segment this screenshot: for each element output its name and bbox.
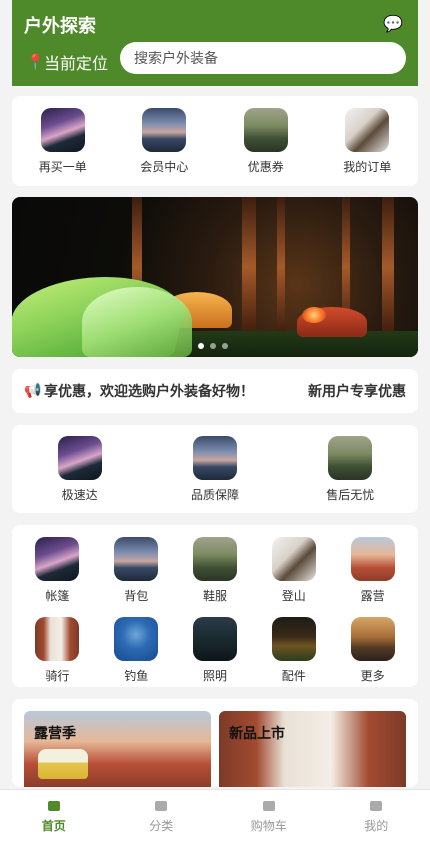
tab-home[interactable]: 首页 (4, 800, 104, 834)
category-lighting[interactable]: 照明 (176, 617, 255, 687)
category-apparel[interactable]: 鞋服 (176, 537, 255, 607)
quick-entry-image (40, 107, 85, 152)
carousel-dot[interactable] (210, 343, 216, 349)
category-camping[interactable]: 露营 (333, 537, 412, 607)
service-label: 极速达 (61, 487, 98, 502)
location-pin-icon: 📍 (26, 53, 45, 71)
quick-entry-bar: 再买一单 会员中心 优惠券 我的订单 (12, 96, 418, 186)
tab-cart[interactable]: 购物车 (219, 800, 319, 834)
notice-tag: 新用户专享优惠 (308, 384, 406, 400)
category-image (271, 617, 316, 661)
quick-entry-image (345, 107, 390, 152)
promo-card-camping-season[interactable]: 露营季 (24, 711, 211, 787)
tab-label: 购物车 (250, 818, 287, 833)
tab-profile[interactable]: 我的 (326, 800, 426, 834)
service-after-sales[interactable]: 售后无忧 (295, 435, 405, 503)
grid-icon (155, 800, 168, 811)
category-label: 照明 (202, 669, 227, 683)
category-label: 鞋服 (202, 589, 227, 603)
banner-tent (82, 287, 192, 357)
notice-text: 享优惠，欢迎选购户外装备好物！ (44, 384, 254, 400)
service-image (192, 435, 237, 480)
carousel-dot[interactable] (222, 343, 228, 349)
quick-entry-member-center[interactable]: 会员中心 (124, 107, 204, 175)
category-grid: 帐篷 背包 鞋服 登山 露营 骑行 钓鱼 照明 配件 更多 (12, 525, 418, 687)
category-label: 配件 (281, 669, 306, 683)
category-climbing[interactable]: 登山 (254, 537, 333, 607)
promo-van-image (38, 749, 88, 779)
banner-carousel[interactable] (12, 197, 418, 357)
quick-entry-label: 会员中心 (140, 159, 189, 174)
category-label: 登山 (281, 589, 306, 603)
carousel-dot[interactable] (198, 343, 204, 349)
quick-entry-coupons[interactable]: 优惠券 (226, 107, 306, 175)
app-title: 户外探索 (24, 16, 96, 37)
category-label: 骑行 (45, 669, 70, 683)
user-icon (370, 800, 383, 811)
speaker-icon: 📢 (24, 383, 42, 399)
banner-tree (242, 197, 256, 337)
cart-icon (262, 800, 275, 811)
service-label: 售后无忧 (326, 487, 375, 502)
search-input[interactable]: 搜索户外装备 (120, 42, 406, 74)
home-icon (47, 800, 60, 811)
tab-category[interactable]: 分类 (111, 800, 211, 834)
promo-section: 露营季 新品上市 (12, 699, 418, 787)
promo-title: 露营季 (34, 726, 76, 742)
tab-label: 分类 (149, 818, 174, 833)
bottom-tab-bar: 首页 分类 购物车 我的 (0, 789, 430, 844)
category-image (192, 537, 237, 581)
category-label: 更多 (360, 669, 385, 683)
service-bar: 极速达 品质保障 售后无忧 (12, 425, 418, 513)
quick-entry-image (243, 107, 288, 152)
service-fast-delivery[interactable]: 极速达 (25, 435, 135, 503)
category-image (350, 617, 395, 661)
quick-entry-label: 我的订单 (343, 159, 392, 174)
category-label: 帐篷 (45, 589, 70, 603)
tab-label: 首页 (41, 818, 66, 833)
service-image (328, 435, 373, 480)
category-fishing[interactable]: 钓鱼 (97, 617, 176, 687)
category-image (114, 617, 159, 661)
banner-tree (382, 197, 394, 337)
location-label: 当前定位 (44, 54, 109, 73)
banner-campfire (302, 307, 326, 323)
tab-label: 我的 (364, 818, 389, 833)
category-image (271, 537, 316, 581)
quick-entry-my-orders[interactable]: 我的订单 (327, 107, 407, 175)
category-image (350, 537, 395, 581)
category-cycling[interactable]: 骑行 (18, 617, 97, 687)
search-placeholder: 搜索户外装备 (134, 51, 218, 67)
category-backpack[interactable]: 背包 (97, 537, 176, 607)
category-label: 背包 (124, 589, 149, 603)
category-image (35, 617, 80, 661)
service-quality-guarantee[interactable]: 品质保障 (160, 435, 270, 503)
app-header: 户外探索 💬 📍 当前定位 搜索户外装备 (12, 0, 418, 86)
quick-entry-reorder[interactable]: 再买一单 (23, 107, 103, 175)
carousel-indicator (198, 343, 228, 349)
quick-entry-label: 再买一单 (38, 159, 87, 174)
banner-tree (277, 197, 285, 337)
promo-card-new-arrivals[interactable]: 新品上市 (219, 711, 406, 787)
quick-entry-image (142, 107, 187, 152)
service-image (57, 435, 102, 480)
quick-entry-label: 优惠券 (247, 159, 284, 174)
category-more[interactable]: 更多 (333, 617, 412, 687)
promo-title: 新品上市 (229, 726, 285, 742)
message-icon[interactable]: 💬 (380, 12, 406, 34)
category-image (114, 537, 159, 581)
category-label: 露营 (360, 589, 385, 603)
category-label: 钓鱼 (124, 669, 149, 683)
location-selector[interactable]: 📍 当前定位 (26, 50, 108, 74)
category-accessories[interactable]: 配件 (254, 617, 333, 687)
notice-bar[interactable]: 📢 享优惠，欢迎选购户外装备好物！ 新用户专享优惠 (12, 369, 418, 413)
service-label: 品质保障 (190, 487, 239, 502)
category-tent[interactable]: 帐篷 (18, 537, 97, 607)
category-image (35, 537, 80, 581)
category-image (192, 617, 237, 661)
